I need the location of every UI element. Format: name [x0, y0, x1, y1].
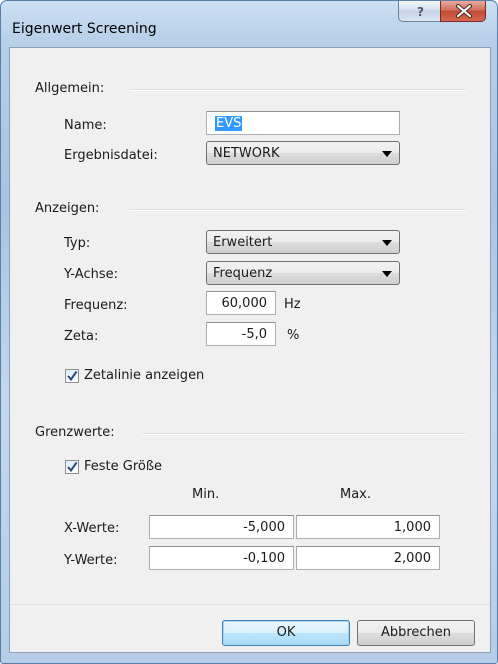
dialog-content: Allgemein: Name: EVS Ergebnisdatei: NETW…	[9, 47, 491, 653]
help-icon: ?	[417, 5, 424, 19]
zetalinie-label[interactable]: Zetalinie anzeigen	[84, 368, 204, 383]
file-select-value: NETWORK	[213, 146, 280, 161]
frequenz-field[interactable]: 60,000	[206, 291, 276, 315]
yachse-label: Y-Achse:	[64, 267, 119, 282]
column-header-max: Max.	[340, 487, 372, 502]
frequenz-label: Frequenz:	[64, 298, 128, 313]
zeta-label: Zeta:	[64, 329, 99, 344]
group-label-allgemein: Allgemein:	[35, 81, 105, 96]
svg-text:?: ?	[417, 5, 424, 19]
x-max-value: 1,000	[393, 520, 431, 535]
file-label: Ergebnisdatei:	[64, 148, 158, 163]
window-title: Eigenwert Screening	[12, 21, 157, 37]
zetalinie-checkbox[interactable]	[65, 369, 79, 383]
frequenz-field-value: 60,000	[221, 296, 268, 311]
x-max-field[interactable]: 1,000	[296, 515, 440, 539]
close-icon	[456, 4, 472, 18]
typ-label: Typ:	[64, 236, 91, 251]
x-min-value: -5,000	[243, 520, 285, 535]
yachse-select-value: Frequenz	[213, 266, 273, 281]
group-divider-grenzwerte	[142, 433, 466, 435]
feste-groesse-label[interactable]: Feste Größe	[84, 459, 162, 474]
column-header-min: Min.	[192, 487, 220, 502]
y-max-field[interactable]: 2,000	[296, 546, 440, 570]
x-werte-label: X-Werte:	[64, 521, 120, 536]
y-max-value: 2,000	[393, 551, 431, 566]
zeta-unit: %	[287, 328, 300, 343]
feste-groesse-checkbox[interactable]	[65, 460, 79, 474]
cancel-button[interactable]: Abbrechen	[357, 620, 475, 646]
checkmark-icon	[67, 461, 78, 473]
frequenz-unit: Hz	[284, 297, 301, 312]
name-label: Name:	[64, 118, 107, 133]
y-min-field[interactable]: -0,100	[149, 546, 294, 570]
group-divider-allgemein	[132, 89, 466, 91]
help-button[interactable]: ?	[398, 1, 441, 22]
group-label-anzeigen: Anzeigen:	[35, 201, 100, 216]
ok-button[interactable]: OK	[222, 620, 350, 646]
chevron-down-icon	[382, 240, 392, 246]
y-min-value: -0,100	[243, 551, 285, 566]
name-field-value: EVS	[215, 116, 243, 131]
y-werte-label: Y-Werte:	[64, 553, 118, 568]
typ-select-value: Erweitert	[213, 235, 273, 250]
footer-divider	[10, 604, 490, 605]
dialog-window: Eigenwert Screening ? Allgemein: Name: E…	[0, 0, 498, 664]
checkmark-icon	[67, 370, 78, 382]
zeta-field[interactable]: -5,0	[206, 322, 276, 346]
name-field[interactable]: EVS	[206, 111, 400, 135]
group-divider-anzeigen	[129, 209, 466, 211]
typ-select[interactable]: Erweitert	[206, 230, 400, 254]
group-label-grenzwerte: Grenzwerte:	[35, 425, 115, 440]
chevron-down-icon	[382, 151, 392, 157]
yachse-select[interactable]: Frequenz	[206, 261, 400, 285]
x-min-field[interactable]: -5,000	[149, 515, 294, 539]
file-select[interactable]: NETWORK	[206, 141, 400, 165]
chevron-down-icon	[382, 271, 392, 277]
close-button[interactable]	[440, 1, 486, 22]
zeta-field-value: -5,0	[241, 327, 267, 342]
